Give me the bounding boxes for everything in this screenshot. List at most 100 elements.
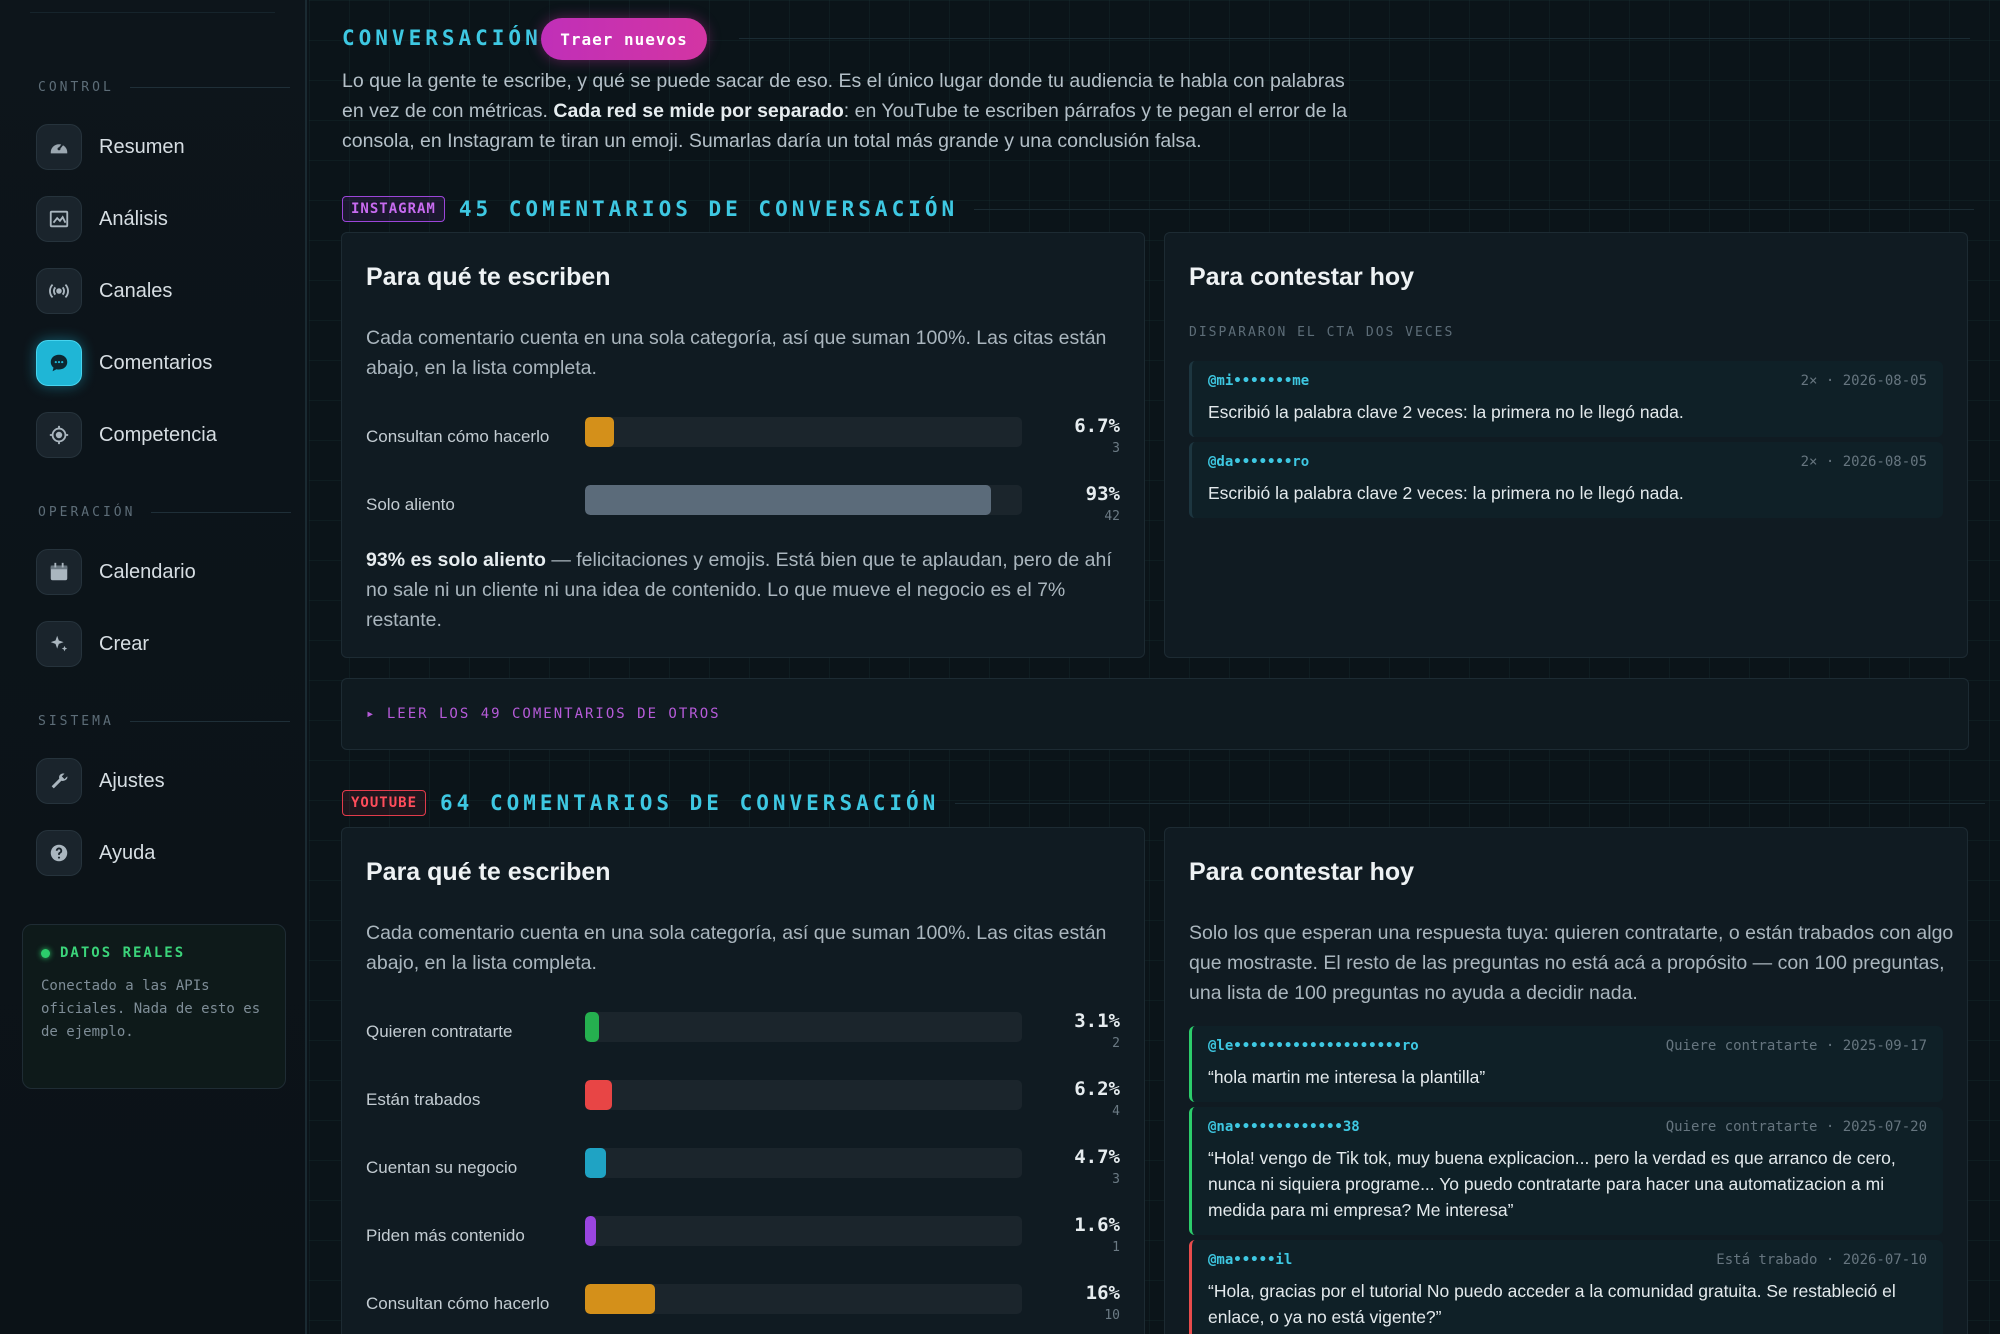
quote-text: Escribió la palabra clave 2 veces: la pr… [1208,402,1684,422]
instagram-summary: 93% es solo aliento — felicitaciones y e… [366,549,1112,631]
sidebar-item-comentarios[interactable]: Comentarios [36,338,212,388]
instagram-badge: INSTAGRAM [342,196,445,222]
chat-bubble-icon [36,340,82,386]
category-count: 10 [1104,1308,1120,1323]
quote-user[interactable]: @na•••••••••••••38 [1208,1119,1360,1135]
sidebar-item-ajustes[interactable]: Ajustes [36,756,165,806]
quote-meta: Está trabado · 2026-07-10 [1716,1252,1927,1268]
category-bar-fill [585,485,992,515]
category-count: 42 [1104,509,1120,524]
quote-card[interactable]: @da•••••••ro 2× · 2026-08-05 Escribió la … [1189,442,1943,518]
category-bar-track [585,1080,1022,1110]
help-icon [36,830,82,876]
category-bar-fill [585,1216,596,1246]
category-bar-track [585,1216,1022,1246]
divider [30,12,275,13]
category-bar-row: Están trabados 6.2% 4 [366,1078,1120,1122]
sidebar-item-ayuda[interactable]: Ayuda [36,828,155,878]
category-count: 3 [1112,441,1120,456]
sidebar-item-label: Calendario [99,560,196,583]
quote-card[interactable]: @ma•••••il Está trabado · 2026-07-10 “Hol… [1189,1240,1943,1334]
category-bar-fill [585,417,615,447]
card-description: Cada comentario cuenta en una sola categ… [366,922,1107,974]
quote-card[interactable]: @na•••••••••••••38 Quiere contratarte · 2… [1189,1107,1943,1235]
category-count: 3 [1112,1172,1120,1187]
category-label: Solo aliento [366,495,455,514]
status-dot-icon [41,948,50,958]
category-label: Cuentan su negocio [366,1158,518,1177]
quote-card[interactable]: @le••••••••••••••••••••ro Quiere contrata… [1189,1026,1943,1102]
category-percent: 6.2% [1074,1078,1120,1100]
quote-meta: Quiere contratarte · 2025-07-20 [1665,1119,1927,1135]
youtube-reply-card: Para contestar hoy Solo los que esperan … [1164,827,1968,1334]
youtube-badge: YOUTUBE [342,790,427,816]
category-bar-fill [585,1080,613,1110]
category-count: 2 [1112,1036,1120,1051]
category-percent: 1.6% [1074,1214,1120,1236]
sidebar-item-crear[interactable]: Crear [36,619,149,669]
card-title: Para qué te escriben [366,858,611,886]
sidebar-item-label: Análisis [99,207,168,230]
category-percent: 4.7% [1074,1146,1120,1168]
sidebar-item-label: Comentarios [99,351,213,374]
category-bar-fill [585,1012,599,1042]
page-title: CONVERSACIÓN [342,26,542,50]
target-icon [36,412,82,458]
quote-text: “Hola, gracias por el tutorial No puedo … [1208,1281,1896,1327]
main-content: CONVERSACIÓN Traer nuevos Lo que la gent… [309,0,2000,1334]
sidebar-item-competencia[interactable]: Competencia [36,410,217,460]
dashboard-icon [36,124,82,170]
cta-caption: DISPARARON EL CTA DOS VECES [1189,325,1455,340]
category-percent: 6.7% [1074,415,1120,437]
sidebar: CONTROL Resumen Análisis Canales Comenta… [0,0,307,1334]
instagram-section-title: 45 COMENTARIOS DE CONVERSACIÓN [458,197,959,221]
quote-text: “hola martin me interesa la plantilla” [1208,1067,1486,1087]
broadcast-icon [36,268,82,314]
quote-user[interactable]: @ma•••••il [1208,1252,1292,1268]
section-label-control: CONTROL [38,80,290,95]
category-bar-fill [585,1148,606,1178]
category-label: Consultan cómo hacerlo [366,1294,550,1313]
quote-text: Escribió la palabra clave 2 veces: la pr… [1208,483,1684,503]
category-percent: 3.1% [1074,1010,1120,1032]
sparkle-icon [36,621,82,667]
category-bar-fill [585,1284,655,1314]
quote-text: “Hola! vengo de Tik tok, muy buena expli… [1208,1148,1896,1220]
sidebar-item-calendario[interactable]: Calendario [36,547,196,597]
sidebar-item-canales[interactable]: Canales [36,266,172,316]
youtube-section-title: 64 COMENTARIOS DE CONVERSACIÓN [440,791,940,815]
sidebar-item-label: Ajustes [99,769,165,792]
card-title: Para contestar hoy [1189,263,1415,291]
status-title: DATOS REALES [41,945,267,961]
quote-user[interactable]: @da•••••••ro [1208,454,1309,470]
sidebar-item-label: Canales [99,279,173,302]
sidebar-item-resumen[interactable]: Resumen [36,122,185,172]
calendar-icon [36,549,82,595]
quote-meta: Quiere contratarte · 2025-09-17 [1665,1038,1927,1054]
category-bar-row: Quieren contratarte 3.1% 2 [366,1010,1120,1054]
quote-meta: 2× · 2026-08-05 [1800,454,1927,470]
category-bar-track [585,1148,1022,1178]
quote-user[interactable]: @mi•••••••me [1208,373,1309,389]
sidebar-item-label: Competencia [99,423,217,446]
sidebar-item-analisis[interactable]: Análisis [36,194,168,244]
section-label-operacion: OPERACIÓN [38,505,292,520]
quote-card[interactable]: @mi•••••••me 2× · 2026-08-05 Escribió la … [1189,361,1943,437]
card-description: Cada comentario cuenta en una sola categ… [366,327,1107,379]
youtube-section-header: YOUTUBE 64 COMENTARIOS DE CONVERSACIÓN [342,790,1986,816]
category-bar-row: Cuentan su negocio 4.7% 3 [366,1146,1120,1190]
category-bar-row: Consultan cómo hacerlo 6.7% 3 [366,415,1120,459]
category-bar-track [585,1284,1022,1314]
category-bar-row: Piden más contenido 1.6% 1 [366,1214,1120,1258]
read-other-comments-expander[interactable]: ▸ LEER LOS 49 COMENTARIOS DE OTROS [341,678,1969,750]
quote-user[interactable]: @le••••••••••••••••••••ro [1208,1038,1419,1054]
category-label: Consultan cómo hacerlo [366,427,550,446]
card-description: Solo los que esperan una respuesta tuya:… [1189,922,1954,1004]
data-status-panel: DATOS REALES Conectado a las APIs oficia… [22,924,286,1089]
category-bar-row: Consultan cómo hacerlo 16% 10 [366,1282,1120,1326]
fetch-new-button[interactable]: Traer nuevos [541,18,707,60]
youtube-why-card: Para qué te escriben Cada comentario cue… [341,827,1145,1334]
card-title: Para contestar hoy [1189,858,1415,886]
section-label-sistema: SISTEMA [38,714,290,729]
instagram-reply-card: Para contestar hoy DISPARARON EL CTA DOS… [1164,232,1968,658]
